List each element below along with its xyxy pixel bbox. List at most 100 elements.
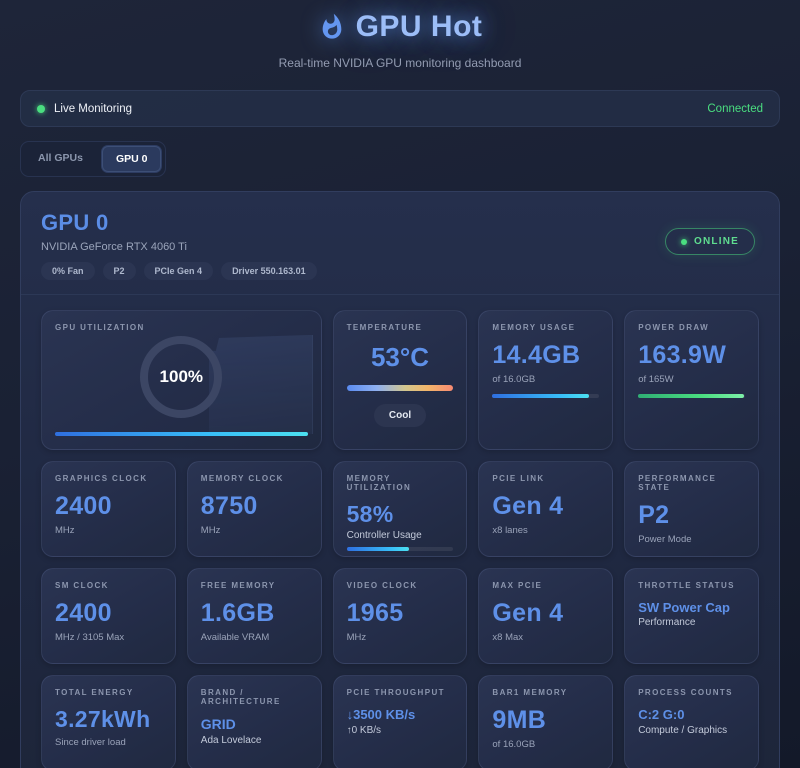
live-status-dot: [37, 105, 45, 113]
utilization-sparkline-area: [209, 335, 313, 434]
metric-label: SM CLOCK: [55, 581, 162, 590]
power-draw-value: 163.9W: [638, 341, 745, 370]
power-draw-sub: of 165W: [638, 374, 745, 385]
utilization-bar: [55, 432, 308, 436]
page-subtitle: Real-time NVIDIA GPU monitoring dashboar…: [0, 56, 800, 70]
memory-usage-bar-track: [492, 394, 599, 398]
graphics-clock-value: 2400: [55, 492, 162, 521]
total-energy-value: 3.27kWh: [55, 706, 162, 733]
metric-card-max-pcie: MAX PCIE Gen 4 x8 Max: [478, 568, 613, 664]
metric-label: TOTAL ENERGY: [55, 688, 162, 697]
metric-label: PCIE LINK: [492, 474, 599, 483]
process-counts-value: C:2 G:0: [638, 707, 745, 722]
metric-label: PROCESS COUNTS: [638, 688, 745, 697]
page-title: GPU Hot: [356, 10, 483, 44]
metric-card-sm-clock: SM CLOCK 2400 MHz / 3105 Max: [41, 568, 176, 664]
metric-card-graphics-clock: GRAPHICS CLOCK 2400 MHz: [41, 461, 176, 557]
live-monitoring-label: Live Monitoring: [54, 103, 132, 115]
gpu-card-header: GPU 0 NVIDIA GeForce RTX 4060 Ti 0% Fan …: [41, 210, 759, 280]
metric-card-memory-clock: MEMORY CLOCK 8750 MHz: [187, 461, 322, 557]
free-memory-value: 1.6GB: [201, 599, 308, 628]
memory-usage-sub: of 16.0GB: [492, 374, 599, 385]
metric-label: VIDEO CLOCK: [347, 581, 454, 590]
metric-card-temperature: TEMPERATURE 53°C Cool: [333, 310, 468, 450]
memory-utilization-bar-fill: [347, 547, 409, 551]
utilization-donut-gauge: 100%: [140, 336, 222, 418]
flame-icon: [318, 13, 346, 41]
online-status-dot: [681, 239, 687, 245]
metric-label: PERFORMANCE STATE: [638, 474, 745, 492]
utilization-value: 100%: [160, 367, 203, 387]
pcie-badge: PCIe Gen 4: [144, 262, 214, 280]
metric-label: POWER DRAW: [638, 323, 745, 332]
power-draw-bar-track: [638, 394, 745, 398]
memory-usage-value: 14.4GB: [492, 341, 599, 370]
metric-card-pcie-throughput: PCIE THROUGHPUT ↓3500 KB/s ↑0 KB/s: [333, 675, 468, 768]
graphics-clock-sub: MHz: [55, 525, 162, 536]
process-counts-sub: Compute / Graphics: [638, 725, 745, 736]
fan-badge: 0% Fan: [41, 262, 95, 280]
metric-label: MEMORY CLOCK: [201, 474, 308, 483]
tab-all-gpus[interactable]: All GPUs: [24, 145, 97, 173]
app-header: GPU Hot Real-time NVIDIA GPU monitoring …: [0, 0, 800, 70]
memory-utilization-value: 58%: [347, 501, 454, 528]
architecture-sub: Ada Lovelace: [201, 735, 308, 746]
driver-badge: Driver 550.163.01: [221, 262, 317, 280]
total-energy-sub: Since driver load: [55, 737, 162, 748]
online-status-label: ONLINE: [694, 236, 739, 247]
throttle-status-value: SW Power Cap: [638, 600, 745, 615]
metric-card-video-clock: VIDEO CLOCK 1965 MHz: [333, 568, 468, 664]
gpu-0-card: GPU 0 NVIDIA GeForce RTX 4060 Ti 0% Fan …: [20, 191, 780, 768]
metric-card-performance-state: PERFORMANCE STATE P2 Power Mode: [624, 461, 759, 557]
metric-label: MAX PCIE: [492, 581, 599, 590]
metric-card-brand-architecture: BRAND / ARCHITECTURE GRID Ada Lovelace: [187, 675, 322, 768]
metric-label: PCIE THROUGHPUT: [347, 688, 454, 697]
metrics-grid: GPU UTILIZATION 100% TEMPERATURE 53°C Co…: [41, 310, 759, 768]
metric-card-power-draw: POWER DRAW 163.9W of 165W: [624, 310, 759, 450]
metric-label: BAR1 MEMORY: [492, 688, 599, 697]
memory-utilization-bar-track: [347, 547, 454, 551]
video-clock-value: 1965: [347, 599, 454, 628]
metric-label: BRAND / ARCHITECTURE: [201, 688, 308, 706]
memory-utilization-sub: Controller Usage: [347, 530, 454, 541]
connection-status: Connected: [707, 103, 763, 115]
pcie-link-sub: x8 lanes: [492, 525, 599, 536]
power-draw-bar-fill: [638, 394, 744, 398]
temperature-status-badge: Cool: [374, 404, 426, 427]
metric-card-memory-usage: MEMORY USAGE 14.4GB of 16.0GB: [478, 310, 613, 450]
temperature-value: 53°C: [347, 342, 454, 373]
metric-card-gpu-utilization: GPU UTILIZATION 100%: [41, 310, 322, 450]
memory-clock-sub: MHz: [201, 525, 308, 536]
bar1-memory-value: 9MB: [492, 706, 599, 735]
memory-clock-value: 8750: [201, 492, 308, 521]
pstate-badge: P2: [103, 262, 136, 280]
gpu-tabs: All GPUs GPU 0: [20, 141, 166, 177]
online-status-badge: ONLINE: [665, 228, 755, 255]
gpu-badges: 0% Fan P2 PCIe Gen 4 Driver 550.163.01: [41, 262, 759, 280]
max-pcie-value: Gen 4: [492, 599, 599, 628]
metric-label: TEMPERATURE: [347, 323, 454, 332]
metric-label: MEMORY USAGE: [492, 323, 599, 332]
metric-card-free-memory: FREE MEMORY 1.6GB Available VRAM: [187, 568, 322, 664]
free-memory-sub: Available VRAM: [201, 632, 308, 643]
gpu-title: GPU 0: [41, 210, 759, 236]
performance-state-value: P2: [638, 501, 745, 530]
video-clock-sub: MHz: [347, 632, 454, 643]
metric-label: THROTTLE STATUS: [638, 581, 745, 590]
tab-gpu-0[interactable]: GPU 0: [101, 145, 163, 173]
brand-value: GRID: [201, 716, 308, 732]
metric-label: GRAPHICS CLOCK: [55, 474, 162, 483]
max-pcie-sub: x8 Max: [492, 632, 599, 643]
performance-state-sub: Power Mode: [638, 534, 745, 545]
pcie-link-value: Gen 4: [492, 492, 599, 521]
header-divider: [21, 294, 779, 295]
metric-card-process-counts: PROCESS COUNTS C:2 G:0 Compute / Graphic…: [624, 675, 759, 768]
live-monitoring-bar: Live Monitoring Connected: [20, 90, 780, 127]
metric-card-pcie-link: PCIE LINK Gen 4 x8 lanes: [478, 461, 613, 557]
pcie-tx-value: ↑0 KB/s: [347, 725, 454, 736]
metric-card-total-energy: TOTAL ENERGY 3.27kWh Since driver load: [41, 675, 176, 768]
bar1-memory-sub: of 16.0GB: [492, 739, 599, 750]
memory-usage-bar-fill: [492, 394, 588, 398]
temperature-gradient-scale: [347, 385, 454, 391]
metric-label: GPU UTILIZATION: [55, 323, 308, 332]
